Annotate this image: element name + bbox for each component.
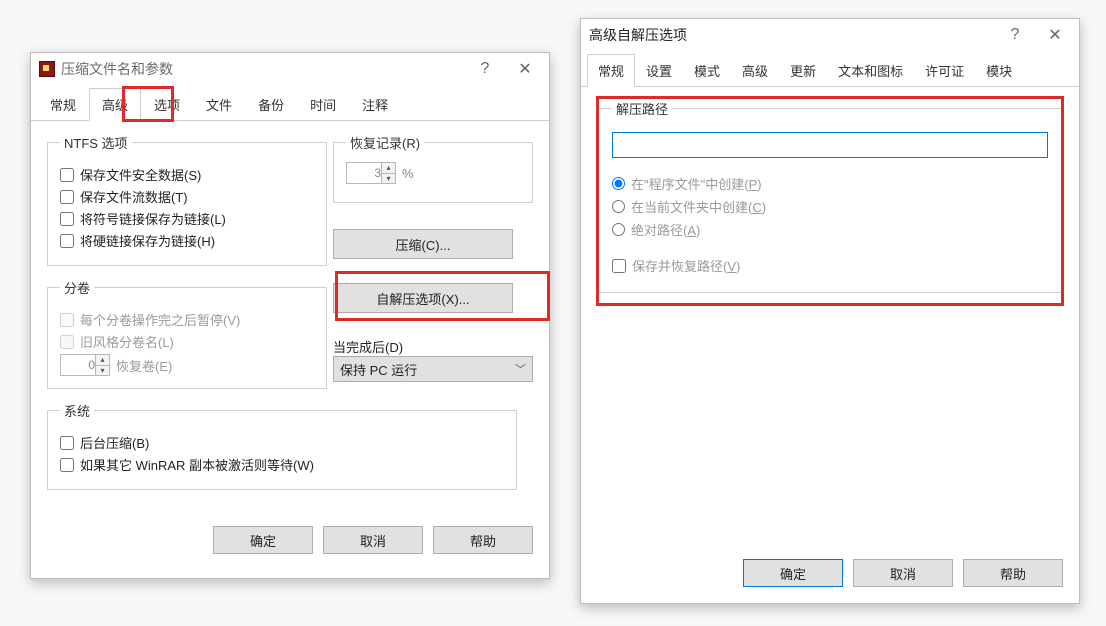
recovery-pct: % <box>402 166 414 181</box>
radio-current[interactable]: 在当前文件夹中创建(C) <box>612 197 1048 216</box>
help-button-right-footer[interactable]: 帮助 <box>963 559 1063 587</box>
recovery-legend: 恢复记录(R) <box>346 133 424 152</box>
recovery-row: 3▴▾ % <box>346 162 520 184</box>
tab-license-right[interactable]: 许可证 <box>914 54 975 87</box>
radio-absolute[interactable]: 绝对路径(A) <box>612 220 1048 239</box>
window-title-left: 压缩文件名和参数 <box>61 59 465 79</box>
vol-oldstyle-chk <box>60 335 74 349</box>
help-button-left-footer[interactable]: 帮助 <box>433 526 533 554</box>
tab-backup-left[interactable]: 备份 <box>245 88 297 121</box>
radio-absolute-input[interactable] <box>612 223 625 236</box>
when-done-value: 保持 PC 运行 <box>340 360 417 379</box>
sfx-options-button[interactable]: 自解压选项(X)... <box>333 283 513 313</box>
tab-texticon-right[interactable]: 文本和图标 <box>827 54 914 87</box>
spin-down-icon[interactable]: ▾ <box>95 366 109 376</box>
ntfs-group: NTFS 选项 保存文件安全数据(S) 保存文件流数据(T) 将符号链接保存为链… <box>47 133 327 266</box>
ok-button-right[interactable]: 确定 <box>743 559 843 587</box>
footer-left: 确定 取消 帮助 <box>31 514 549 566</box>
ntfs-chk-2[interactable] <box>60 212 74 226</box>
tab-options-left[interactable]: 选项 <box>141 88 193 121</box>
volumes-legend: 分卷 <box>60 278 94 297</box>
tab-advanced-right[interactable]: 高级 <box>731 54 779 87</box>
body-left: NTFS 选项 保存文件安全数据(S) 保存文件流数据(T) 将符号链接保存为链… <box>31 121 549 514</box>
tab-update-right[interactable]: 更新 <box>779 54 827 87</box>
vol-recover-row: 0▴▾ 恢复卷(E) <box>60 354 314 376</box>
ntfs-chk-3[interactable] <box>60 234 74 248</box>
window-title-right: 高级自解压选项 <box>589 25 995 45</box>
archive-params-window: 压缩文件名和参数 ? ✕ 常规 高级 选项 文件 备份 时间 注释 NTFS 选… <box>30 52 550 579</box>
sys-wait[interactable]: 如果其它 WinRAR 副本被激活则等待(W) <box>60 455 504 474</box>
tab-comment-left[interactable]: 注释 <box>349 88 401 121</box>
winrar-icon <box>39 61 55 77</box>
vol-recover-num[interactable]: 0▴▾ <box>60 354 110 376</box>
recovery-num[interactable]: 3▴▾ <box>346 162 396 184</box>
save-restore-path[interactable]: 保存并恢复路径(V) <box>612 256 1048 275</box>
body-right: 解压路径 在"程序文件"中创建(P) 在当前文件夹中创建(C) 绝对路径(A) … <box>581 87 1079 547</box>
extract-path-input[interactable] <box>612 132 1048 158</box>
tab-general-left[interactable]: 常规 <box>37 88 89 121</box>
radio-progfiles-input[interactable] <box>612 177 625 190</box>
sfx-options-window: 高级自解压选项 ? ✕ 常规 设置 模式 高级 更新 文本和图标 许可证 模块 … <box>580 18 1080 604</box>
ntfs-legend: NTFS 选项 <box>60 133 132 152</box>
ntfs-chk-0[interactable] <box>60 168 74 182</box>
cancel-button-right[interactable]: 取消 <box>853 559 953 587</box>
ntfs-opt-1[interactable]: 保存文件流数据(T) <box>60 187 314 206</box>
vol-pause-chk <box>60 313 74 327</box>
tab-mode-right[interactable]: 模式 <box>683 54 731 87</box>
ntfs-opt-3[interactable]: 将硬链接保存为链接(H) <box>60 231 314 250</box>
ok-button-left[interactable]: 确定 <box>213 526 313 554</box>
cancel-button-left[interactable]: 取消 <box>323 526 423 554</box>
path-legend: 解压路径 <box>612 99 672 118</box>
sys-bg-chk[interactable] <box>60 436 74 450</box>
close-button-left[interactable]: ✕ <box>505 55 545 83</box>
help-button-right[interactable]: ? <box>995 21 1035 49</box>
chevron-down-icon: ﹀ <box>515 361 526 377</box>
radio-progfiles[interactable]: 在"程序文件"中创建(P) <box>612 174 1048 193</box>
tabs-right: 常规 设置 模式 高级 更新 文本和图标 许可证 模块 <box>581 53 1079 87</box>
footer-right: 确定 取消 帮助 <box>581 547 1079 599</box>
path-group: 解压路径 在"程序文件"中创建(P) 在当前文件夹中创建(C) 绝对路径(A) … <box>597 99 1063 293</box>
tab-general-right[interactable]: 常规 <box>587 54 635 87</box>
recovery-group: 恢复记录(R) 3▴▾ % <box>333 133 533 203</box>
spin-up-icon[interactable]: ▴ <box>95 355 109 366</box>
close-button-right[interactable]: ✕ <box>1035 21 1075 49</box>
tab-module-right[interactable]: 模块 <box>975 54 1023 87</box>
spin-down-icon[interactable]: ▾ <box>381 174 395 184</box>
titlebar-right: 高级自解压选项 ? ✕ <box>581 19 1079 51</box>
help-button-left[interactable]: ? <box>465 55 505 83</box>
vol-pause: 每个分卷操作完之后暂停(V) <box>60 310 314 329</box>
tab-time-left[interactable]: 时间 <box>297 88 349 121</box>
ntfs-chk-1[interactable] <box>60 190 74 204</box>
radio-current-input[interactable] <box>612 200 625 213</box>
system-group: 系统 后台压缩(B) 如果其它 WinRAR 副本被激活则等待(W) <box>47 401 517 490</box>
compress-button[interactable]: 压缩(C)... <box>333 229 513 259</box>
ntfs-opt-0[interactable]: 保存文件安全数据(S) <box>60 165 314 184</box>
save-restore-chk[interactable] <box>612 259 626 273</box>
tabs-left: 常规 高级 选项 文件 备份 时间 注释 <box>31 87 549 121</box>
volumes-group: 分卷 每个分卷操作完之后暂停(V) 旧风格分卷名(L) 0▴▾ 恢复卷(E) <box>47 278 327 389</box>
when-done-label: 当完成后(D) <box>333 337 533 356</box>
ntfs-opt-2[interactable]: 将符号链接保存为链接(L) <box>60 209 314 228</box>
tab-files-left[interactable]: 文件 <box>193 88 245 121</box>
sys-wait-chk[interactable] <box>60 458 74 472</box>
tab-setup-right[interactable]: 设置 <box>635 54 683 87</box>
when-done-select[interactable]: 保持 PC 运行 ﹀ <box>333 356 533 382</box>
vol-recover-label: 恢复卷(E) <box>116 356 172 375</box>
vol-oldstyle: 旧风格分卷名(L) <box>60 332 314 351</box>
tab-advanced-left[interactable]: 高级 <box>89 88 141 121</box>
titlebar-left: 压缩文件名和参数 ? ✕ <box>31 53 549 85</box>
spin-up-icon[interactable]: ▴ <box>381 163 395 174</box>
system-legend: 系统 <box>60 401 94 420</box>
sys-bg[interactable]: 后台压缩(B) <box>60 433 504 452</box>
